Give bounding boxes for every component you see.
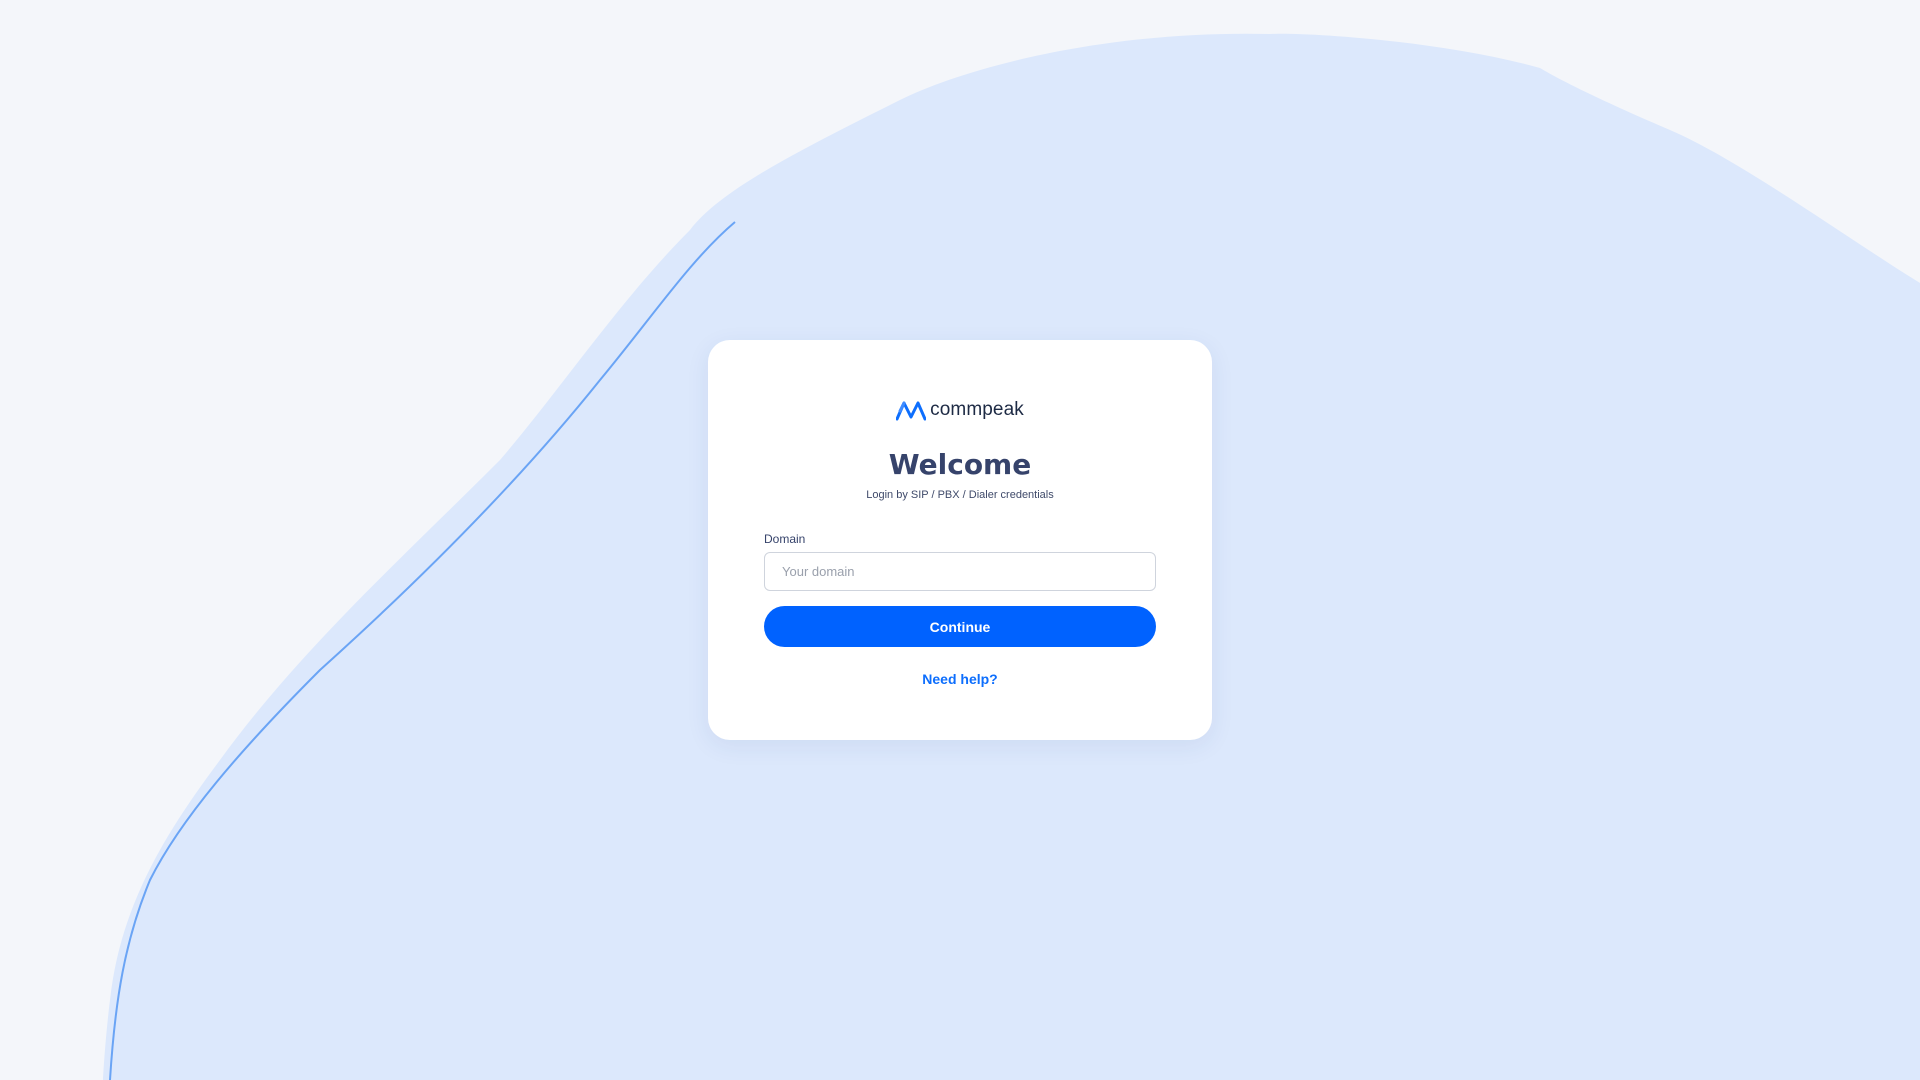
continue-button[interactable]: Continue (764, 606, 1156, 647)
mountain-peaks-logo-icon (896, 401, 927, 421)
page-subtitle: Login by SIP / PBX / Dialer credentials (866, 489, 1054, 501)
page-title: Welcome (888, 448, 1032, 481)
need-help-link[interactable]: Need help? (764, 671, 1156, 687)
login-card: commpeak Welcome Login by SIP / PBX / Di… (708, 340, 1212, 740)
brand-name: commpeak (930, 399, 1024, 420)
brand-logo: commpeak (764, 396, 1156, 424)
domain-input[interactable] (764, 552, 1156, 591)
domain-label: Domain (764, 532, 806, 546)
